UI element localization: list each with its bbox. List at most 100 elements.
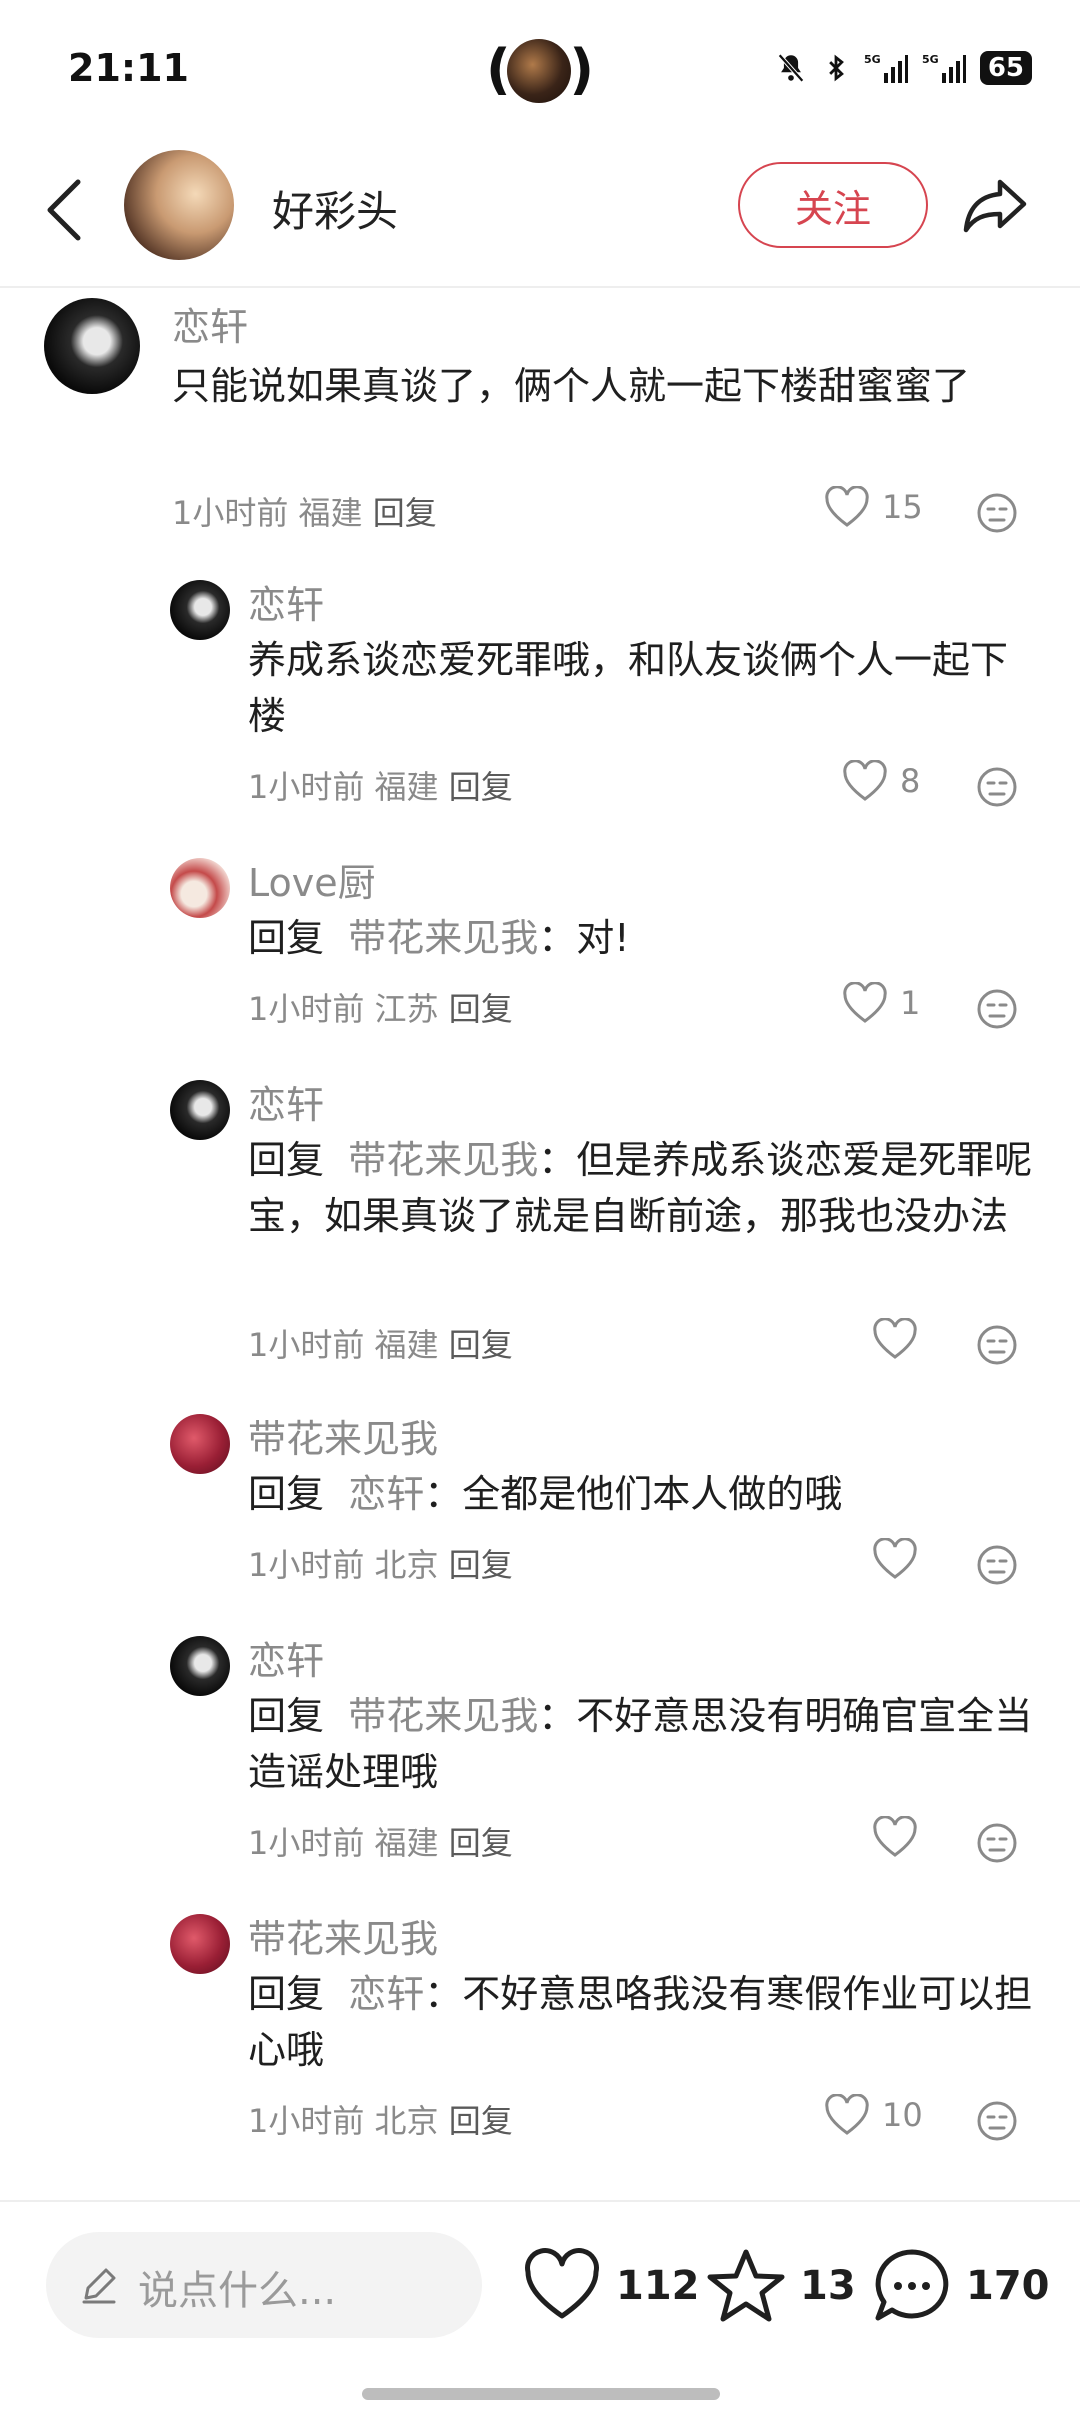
commenter-name[interactable]: Love厨 — [248, 852, 376, 907]
comment-meta: 1小时前 江苏 回复 — [248, 984, 513, 1030]
status-time: 21:11 — [68, 46, 189, 90]
heart-icon — [843, 760, 887, 801]
follow-button[interactable]: 关注 — [738, 162, 928, 248]
commenter-avatar[interactable] — [170, 1914, 230, 1974]
comment-text: 回复 恋轩：不好意思咯我没有寒假作业可以担心哦 — [248, 1966, 1038, 2078]
reply-button[interactable]: 回复 — [373, 494, 437, 532]
commenter-name[interactable]: 带花来见我 — [248, 1908, 438, 1963]
commenter-name[interactable]: 带花来见我 — [248, 1408, 438, 1463]
comment-meta: 1小时前 北京 回复 — [248, 1540, 513, 1586]
post-like-count: 112 — [616, 2263, 700, 2309]
reply-button[interactable]: 回复 — [449, 1326, 513, 1364]
comment-time: 1小时前 — [248, 1546, 365, 1584]
reply-prefix: 回复 — [248, 1472, 325, 1516]
heart-icon — [843, 982, 887, 1023]
reply-button[interactable]: 回复 — [449, 1824, 513, 1862]
commenter-avatar[interactable] — [170, 580, 230, 640]
reply-button[interactable]: 回复 — [449, 1546, 513, 1584]
heart-icon — [873, 1816, 917, 1857]
commenter-avatar[interactable] — [170, 1080, 230, 1140]
commenter-name[interactable]: 恋轩 — [248, 1074, 324, 1129]
post-like-button[interactable]: 112 — [522, 2246, 700, 2326]
like-button[interactable] — [872, 1538, 930, 1580]
battery-level: 65 — [979, 51, 1032, 85]
like-button[interactable]: 15 — [824, 486, 923, 528]
comment-time: 1小时前 — [248, 1326, 365, 1364]
signal-5g-icon-1: 5G — [864, 53, 908, 83]
author-name[interactable]: 好彩头 — [272, 178, 398, 239]
post-comment-button[interactable]: 170 — [872, 2246, 1050, 2326]
comment-list[interactable]: 恋轩 只能说如果真谈了，俩个人就一起下楼甜蜜蜜了 1小时前 福建 回复 15 恋… — [0, 288, 1080, 2200]
bracket-right-icon: ) — [569, 38, 594, 101]
comment-text: 只能说如果真谈了，俩个人就一起下楼甜蜜蜜了 — [172, 364, 971, 408]
comment-location: 福建 — [374, 1326, 439, 1364]
dislike-emoji-icon[interactable] — [976, 1324, 1018, 1366]
home-indicator[interactable] — [362, 2388, 720, 2400]
reply-body: 对! — [576, 916, 630, 960]
back-arrow-icon[interactable] — [38, 170, 98, 250]
status-bar: 21:11 ( ) 5G 5G 65 — [0, 0, 1080, 140]
dislike-emoji-icon[interactable] — [976, 766, 1018, 808]
comment-text: 回复 恋轩：全都是他们本人做的哦 — [248, 1466, 1028, 1522]
reply-prefix: 回复 — [248, 916, 325, 960]
like-count: 10 — [882, 2096, 923, 2134]
heart-icon — [825, 2094, 869, 2135]
reply-colon: ： — [538, 1694, 577, 1738]
like-button[interactable] — [872, 1318, 930, 1360]
mute-bell-icon — [777, 53, 804, 83]
comment-location: 福建 — [298, 494, 363, 532]
comment-input[interactable]: 说点什么... — [46, 2232, 482, 2338]
heart-icon — [873, 1318, 917, 1359]
live-activity-pill[interactable]: ( ) — [486, 34, 594, 106]
commenter-avatar[interactable] — [170, 1636, 230, 1696]
commenter-name[interactable]: 恋轩 — [172, 296, 248, 351]
reply-target-name[interactable]: 恋轩 — [348, 1472, 424, 1516]
reply-target-name[interactable]: 带花来见我 — [348, 1694, 538, 1738]
reply-button[interactable]: 回复 — [449, 2102, 513, 2140]
commenter-avatar[interactable] — [170, 1414, 230, 1474]
reply-colon: ： — [538, 916, 577, 960]
dislike-emoji-icon[interactable] — [976, 1544, 1018, 1586]
reply-target-name[interactable]: 带花来见我 — [348, 1138, 538, 1182]
comment-input-placeholder: 说点什么... — [138, 2268, 337, 2314]
star-icon — [707, 2249, 785, 2322]
chat-bubble-icon — [875, 2249, 949, 2321]
commenter-name[interactable]: 恋轩 — [248, 574, 324, 629]
commenter-avatar[interactable] — [44, 298, 140, 394]
reply-prefix: 回复 — [248, 1972, 325, 2016]
comment-location: 江苏 — [374, 990, 439, 1028]
comment-time: 1小时前 — [172, 494, 289, 532]
post-favorite-button[interactable]: 13 — [706, 2246, 856, 2326]
dislike-emoji-icon[interactable] — [976, 1822, 1018, 1864]
heart-icon — [873, 1538, 917, 1579]
dislike-emoji-icon[interactable] — [976, 492, 1018, 534]
dislike-emoji-icon[interactable] — [976, 2100, 1018, 2142]
comment-text: 回复 带花来见我：对! — [248, 910, 1028, 966]
like-button[interactable]: 8 — [842, 760, 920, 802]
dislike-emoji-icon[interactable] — [976, 988, 1018, 1030]
reply-target-name[interactable]: 恋轩 — [348, 1972, 424, 2016]
reply-button[interactable]: 回复 — [449, 768, 513, 806]
comment-location: 北京 — [374, 1546, 439, 1584]
svg-text:5G: 5G — [864, 53, 881, 66]
reply-button[interactable]: 回复 — [449, 990, 513, 1028]
comment-location: 福建 — [374, 1824, 439, 1862]
comment-time: 1小时前 — [248, 768, 365, 806]
commenter-avatar[interactable] — [170, 858, 230, 918]
like-button[interactable] — [872, 1816, 930, 1858]
like-button[interactable]: 10 — [824, 2094, 923, 2136]
like-button[interactable]: 1 — [842, 982, 920, 1024]
comment-time: 1小时前 — [248, 1824, 365, 1862]
post-comment-count: 170 — [966, 2263, 1050, 2309]
comment-text: 回复 带花来见我：不好意思没有明确官宣全当造谣处理哦 — [248, 1688, 1038, 1800]
comment-meta: 1小时前 福建 回复 — [172, 488, 437, 534]
reply-colon: ： — [424, 1972, 463, 2016]
comment-time: 1小时前 — [248, 990, 365, 1028]
commenter-name[interactable]: 恋轩 — [248, 1630, 324, 1685]
reply-target-name[interactable]: 带花来见我 — [348, 916, 538, 960]
author-avatar[interactable] — [124, 150, 234, 260]
share-icon[interactable] — [958, 168, 1032, 242]
post-header: 好彩头 关注 — [0, 140, 1080, 288]
reply-body: 全都是他们本人做的哦 — [462, 1472, 843, 1516]
bottom-action-bar: 说点什么... 112 13 170 — [0, 2200, 1080, 2412]
